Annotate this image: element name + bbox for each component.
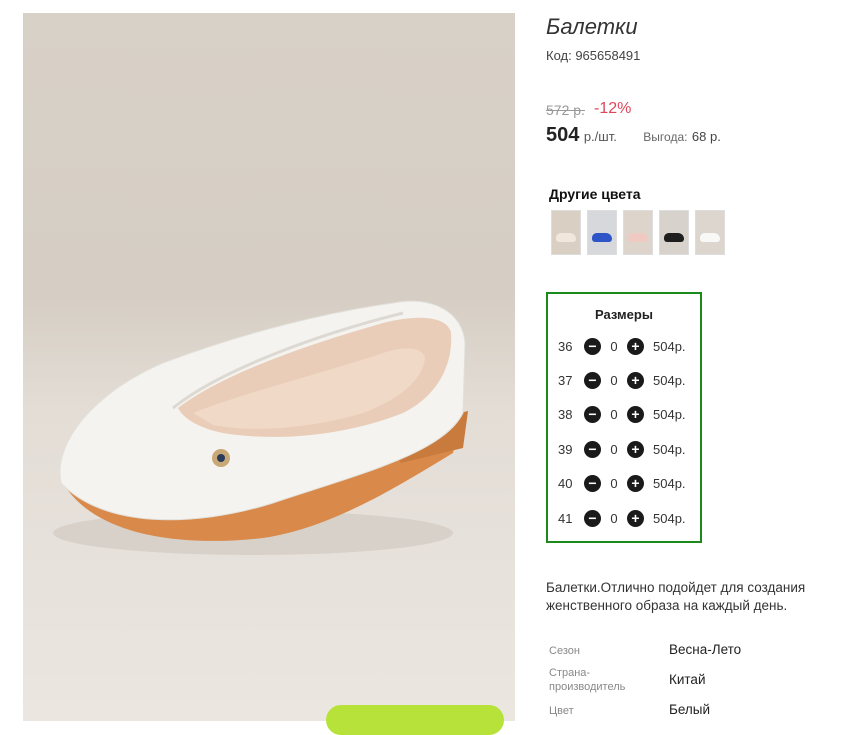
size-number: 38: [558, 406, 573, 422]
size-row: 39 − 0 + 504р.: [558, 439, 686, 459]
spec-label-season: Сезон: [549, 645, 580, 657]
size-number: 41: [558, 510, 573, 526]
plus-icon[interactable]: +: [627, 474, 644, 492]
product-photo[interactable]: [23, 13, 515, 721]
spec-value-color: Белый: [669, 702, 711, 717]
size-row: 40 − 0 + 504р.: [558, 473, 686, 493]
price-unit: р./шт.: [583, 129, 617, 144]
sizes-panel: Размеры 36 − 0 + 504р. 37 − 0 + 504р. 38…: [546, 292, 702, 543]
quantity-value: 0: [610, 510, 618, 526]
minus-icon[interactable]: −: [584, 440, 601, 458]
plus-icon[interactable]: +: [627, 371, 644, 389]
spec-value-country: Китай: [669, 672, 706, 687]
minus-icon[interactable]: −: [584, 509, 601, 527]
size-price: 504р.: [653, 510, 686, 526]
color-swatch-white[interactable]: [695, 210, 725, 255]
discount-badge: -12%: [594, 100, 632, 117]
quantity-value: 0: [610, 338, 618, 354]
minus-icon[interactable]: −: [584, 371, 601, 389]
plus-icon[interactable]: +: [627, 440, 644, 458]
size-row: 41 − 0 + 504р.: [558, 508, 686, 528]
size-price: 504р.: [653, 441, 686, 457]
plus-icon[interactable]: +: [627, 337, 644, 355]
other-colors-title: Другие цвета: [549, 186, 641, 202]
size-price: 504р.: [653, 338, 686, 354]
old-price: 572 р.: [546, 102, 585, 118]
minus-icon[interactable]: −: [584, 337, 601, 355]
product-description: Балетки.Отлично подойдет для создания же…: [546, 580, 806, 613]
plus-icon[interactable]: +: [627, 509, 644, 527]
size-price: 504р.: [653, 406, 686, 422]
shoe-image: [53, 300, 468, 555]
size-number: 40: [558, 475, 573, 491]
size-number: 37: [558, 372, 573, 388]
quantity-value: 0: [610, 406, 618, 422]
price-row: 504 р./шт. Выгода: 68 р.: [546, 124, 721, 147]
sizes-title: Размеры: [595, 307, 653, 322]
spec-value-season: Весна-Лето: [669, 642, 742, 657]
add-to-cart-button[interactable]: [326, 705, 504, 735]
color-swatch-pink[interactable]: [623, 210, 653, 255]
current-price: 504: [546, 124, 580, 146]
size-row: 36 − 0 + 504р.: [558, 336, 686, 356]
size-number: 39: [558, 441, 573, 457]
color-swatch-beige[interactable]: [551, 210, 581, 255]
quantity-value: 0: [610, 441, 618, 457]
size-price: 504р.: [653, 372, 686, 388]
size-row: 37 − 0 + 504р.: [558, 370, 686, 390]
color-swatch-black[interactable]: [659, 210, 689, 255]
spec-label-color: Цвет: [549, 705, 574, 717]
minus-icon[interactable]: −: [584, 474, 601, 492]
product-code: Код: 965658491: [546, 48, 641, 63]
quantity-value: 0: [610, 475, 618, 491]
savings-value: 68 р.: [691, 129, 721, 144]
color-swatch-blue[interactable]: [587, 210, 617, 255]
quantity-value: 0: [610, 372, 618, 388]
size-price: 504р.: [653, 475, 686, 491]
plus-icon[interactable]: +: [627, 405, 644, 423]
product-title: Балетки: [546, 14, 638, 39]
size-number: 36: [558, 338, 573, 354]
minus-icon[interactable]: −: [584, 405, 601, 423]
color-swatches: [551, 210, 725, 255]
size-row: 38 − 0 + 504р.: [558, 404, 686, 424]
spec-label-country: Страна-производитель: [549, 667, 626, 693]
savings-label: Выгода:: [643, 130, 688, 144]
